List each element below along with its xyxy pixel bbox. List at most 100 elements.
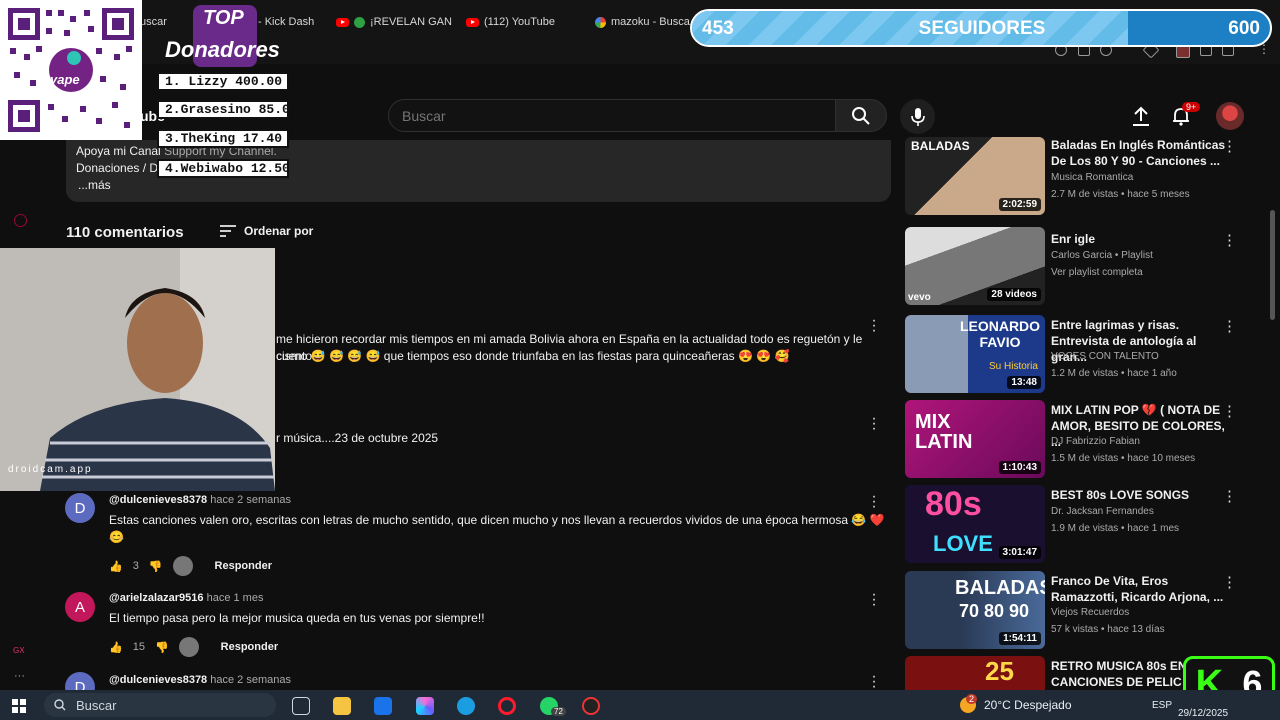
sort-comments-button[interactable]: Ordenar por [220, 224, 313, 238]
video-thumbnail[interactable]: BALADAS 2:02:59 [905, 137, 1045, 215]
comment-header: @arielzalazar9516 hace 1 mes [109, 592, 263, 604]
sidebar-video[interactable]: LEONARDO FAVIO Su Historia 13:48 Entre l… [905, 315, 1265, 395]
thumbnail-text: 25 [985, 656, 1014, 686]
browser-tab[interactable]: (112) YouTube [466, 12, 555, 32]
edge-icon[interactable] [457, 697, 475, 715]
browser-tab[interactable]: ¡REVELAN GAN [336, 12, 452, 32]
comment-author[interactable]: @dulcenieves8378 [109, 674, 207, 686]
thumbnail-text: vevo [908, 292, 931, 303]
video-menu-icon[interactable]: ⋮ [1222, 317, 1237, 335]
sidebar-video[interactable]: BALADAS 70 80 90 1:54:11 Franco De Vita,… [905, 571, 1265, 651]
comment-author[interactable]: @dulcenieves8378 [109, 494, 207, 506]
sidebar-video[interactable]: vevo 28 videos Enr igle Carlos Garcia • … [905, 227, 1265, 307]
tab-label: mazoku - Busca [611, 16, 690, 28]
video-duration: 13:48 [1007, 376, 1041, 389]
whatsapp-badge: 72 [551, 707, 566, 716]
comment-author[interactable]: @arielzalazar9516 [109, 592, 204, 604]
video-thumbnail[interactable]: LEONARDO FAVIO Su Historia 13:48 [905, 315, 1045, 393]
qr-caption: yape [50, 72, 80, 87]
scrollbar[interactable] [1270, 210, 1275, 320]
taskbar-search-label: Buscar [76, 697, 117, 713]
opera-gx-icon[interactable] [498, 697, 516, 715]
tab-label: ¡REVELAN GAN [370, 16, 452, 28]
video-channel[interactable]: Carlos Garcia • Playlist [1051, 250, 1153, 261]
like-icon[interactable]: 👍 [109, 641, 123, 654]
thumbnail-text: LEONARDO FAVIO [959, 318, 1041, 350]
video-title[interactable]: Baladas En Inglés Románticas De Los 80 Y… [1051, 137, 1226, 169]
video-thumbnail[interactable]: 80s LOVE 3:01:47 [905, 485, 1045, 563]
sidebar-video[interactable]: BALADAS 2:02:59 Baladas En Inglés Románt… [905, 137, 1265, 217]
sidebar-video[interactable]: 80s LOVE 3:01:47 BEST 80s LOVE SONGS Dr.… [905, 485, 1265, 565]
browser-tab[interactable]: mazoku - Busca [595, 12, 690, 32]
avatar[interactable] [1216, 102, 1244, 130]
comment-actions: 👍 15 👎 Responder [109, 637, 278, 657]
followers-goal: 600 [1228, 18, 1260, 39]
video-thumbnail[interactable]: BALADAS 70 80 90 1:54:11 [905, 571, 1045, 649]
comment-menu-icon[interactable]: · · · [868, 669, 880, 695]
video-duration: 1:54:11 [999, 632, 1041, 645]
reply-button[interactable]: Responder [221, 641, 278, 653]
description-text: Donaciones / D [76, 161, 159, 175]
file-explorer-icon[interactable] [333, 697, 351, 715]
video-menu-icon[interactable]: ⋮ [1222, 137, 1237, 155]
comment-menu-icon[interactable]: · · · [868, 489, 880, 515]
like-count: 3 [132, 560, 139, 572]
donors-title-top: TOP [203, 7, 244, 29]
weather-text: 20°C Despejado [984, 698, 1072, 712]
dislike-icon[interactable]: 👎 [155, 641, 169, 654]
video-channel[interactable]: VOCES CON TALENTO [1051, 351, 1159, 362]
dislike-icon[interactable]: 👎 [149, 560, 163, 573]
search-input[interactable] [389, 100, 835, 131]
more-icon[interactable]: ··· [14, 670, 25, 682]
comment-time: hace 2 semanas [210, 494, 291, 506]
video-duration: 28 videos [987, 288, 1041, 301]
comment-menu-icon[interactable]: · · · [868, 313, 880, 339]
video-menu-icon[interactable]: ⋮ [1222, 573, 1237, 591]
comment-menu-icon[interactable]: · · · [868, 587, 880, 613]
video-menu-icon[interactable]: ⋮ [1222, 487, 1237, 505]
playlist-link[interactable]: Ver playlist completa [1051, 267, 1143, 278]
show-more-link[interactable]: ...más [78, 178, 111, 192]
video-meta: 1.2 M de vistas • hace 1 año [1051, 368, 1177, 379]
video-meta: 57 k vistas • hace 13 días [1051, 624, 1165, 635]
task-view-icon[interactable] [292, 697, 310, 715]
copilot-icon[interactable] [416, 697, 434, 715]
video-channel[interactable]: DJ Fabrizzio Fabian [1051, 436, 1140, 447]
video-channel[interactable]: Musica Romantica [1051, 172, 1133, 183]
sidebar-video[interactable]: MIX LATIN 1:10:43 MIX LATIN POP 💔 ( NOTA… [905, 400, 1265, 480]
description-text: Apoya mi Canal [76, 144, 161, 158]
voice-search-button[interactable] [900, 99, 935, 134]
emoji-icon [354, 16, 365, 28]
app-icon[interactable] [582, 697, 600, 715]
video-channel[interactable]: Viejos Recuerdos [1051, 607, 1129, 618]
gx-icon[interactable]: GX [13, 646, 25, 655]
taskbar-date[interactable]: 29/12/2025 [1178, 708, 1228, 719]
rail-icon[interactable] [14, 214, 27, 227]
upload-button[interactable] [1132, 106, 1150, 131]
video-channel[interactable]: Dr. Jacksan Fernandes [1051, 506, 1154, 517]
reply-button[interactable]: Responder [215, 560, 272, 572]
video-title[interactable]: Franco De Vita, Eros Ramazzotti, Ricardo… [1051, 573, 1226, 605]
video-duration: 1:10:43 [998, 461, 1041, 474]
search-box[interactable] [388, 99, 836, 132]
language-indicator[interactable]: ESP [1152, 700, 1172, 711]
like-icon[interactable]: 👍 [109, 560, 123, 573]
thumbnail-text: BALADAS [955, 577, 1045, 599]
video-thumbnail[interactable]: vevo 28 videos [905, 227, 1045, 305]
video-menu-icon[interactable]: ⋮ [1222, 402, 1237, 420]
outlook-icon[interactable] [374, 697, 392, 715]
windows-start-button[interactable] [12, 699, 26, 718]
taskbar-search[interactable]: Buscar [44, 693, 276, 717]
comment-text: 😊 [109, 530, 124, 544]
video-title[interactable]: Enr igle [1051, 231, 1226, 247]
comment-avatar[interactable]: D [65, 493, 95, 523]
video-thumbnail[interactable]: MIX LATIN 1:10:43 [905, 400, 1045, 478]
video-title[interactable]: BEST 80s LOVE SONGS [1051, 487, 1226, 503]
thumbnail-text: MIX LATIN [915, 411, 973, 453]
video-thumbnail[interactable]: 25 [905, 656, 1045, 690]
search-button[interactable] [835, 99, 887, 132]
comment-menu-icon[interactable]: · · · [868, 411, 880, 437]
comment-avatar[interactable]: A [65, 592, 95, 622]
video-menu-icon[interactable]: ⋮ [1222, 231, 1237, 249]
comment-header: @dulcenieves8378 hace 2 semanas [109, 674, 291, 686]
